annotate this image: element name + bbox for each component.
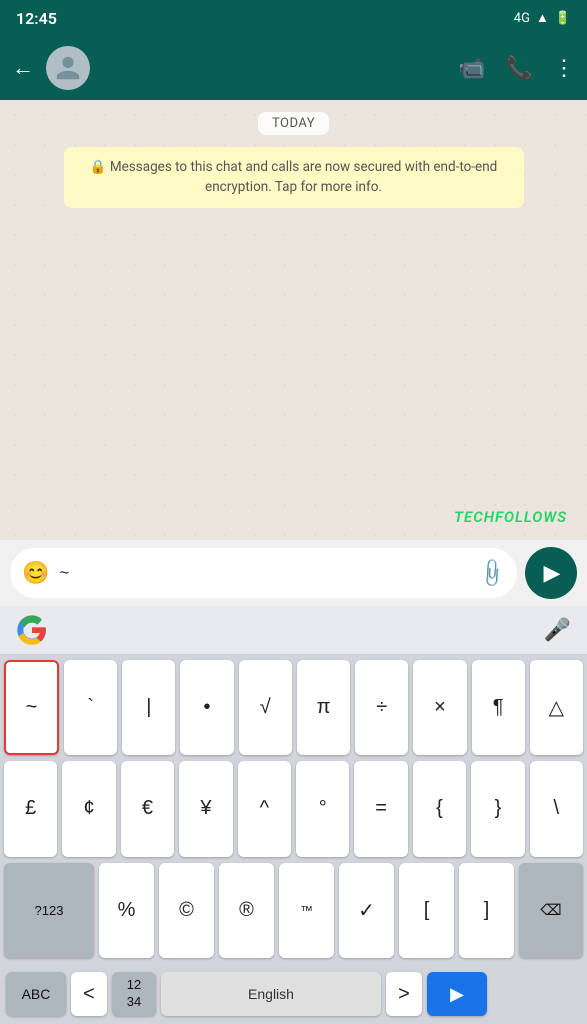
- key-rows: ~ ` | • √ π ÷ × ¶ △ £ ¢ € ¥ ^ ° = { } \ …: [0, 654, 587, 964]
- key-open-bracket[interactable]: [: [399, 863, 454, 958]
- bottom-row: ABC < 1234 English > ▶: [0, 964, 587, 1024]
- key-pilcrow[interactable]: ¶: [472, 660, 525, 755]
- key-close-bracket[interactable]: ]: [459, 863, 514, 958]
- key-equals[interactable]: =: [354, 761, 407, 856]
- video-call-button[interactable]: 📹: [458, 56, 485, 81]
- google-logo: [16, 614, 48, 646]
- emoji-button[interactable]: 😊: [22, 561, 49, 586]
- key-pi[interactable]: π: [297, 660, 350, 755]
- battery-icon: 🔋: [555, 11, 571, 26]
- microphone-button[interactable]: 🎤: [544, 618, 571, 643]
- key-less-than[interactable]: <: [71, 972, 107, 1016]
- key-cent[interactable]: ¢: [62, 761, 115, 856]
- attach-button[interactable]: 📎: [475, 556, 510, 591]
- key-caret[interactable]: ^: [238, 761, 291, 856]
- key-euro[interactable]: €: [121, 761, 174, 856]
- encryption-notice[interactable]: 🔒 Messages to this chat and calls are no…: [64, 147, 524, 208]
- key-sqrt[interactable]: √: [239, 660, 292, 755]
- key-backtick[interactable]: `: [64, 660, 117, 755]
- key-row-1: ~ ` | • √ π ÷ × ¶ △: [4, 660, 583, 755]
- signal-bars-icon: ▲: [536, 10, 549, 26]
- key-multiply[interactable]: ×: [413, 660, 466, 755]
- back-button[interactable]: ←: [12, 55, 34, 81]
- key-open-brace[interactable]: {: [413, 761, 466, 856]
- key-trademark[interactable]: ™: [279, 863, 334, 958]
- key-backslash[interactable]: \: [530, 761, 583, 856]
- key-divide[interactable]: ÷: [355, 660, 408, 755]
- send-arrow-icon: ▶: [544, 561, 561, 586]
- voice-call-button[interactable]: 📞: [506, 56, 533, 81]
- key-pipe[interactable]: |: [122, 660, 175, 755]
- header-bar: ← 📹 📞 ⋮: [0, 36, 587, 100]
- avatar-icon: [54, 54, 82, 82]
- chat-area: TODAY 🔒 Messages to this chat and calls …: [0, 100, 587, 540]
- key-triangle[interactable]: △: [530, 660, 583, 755]
- key-123[interactable]: ?123: [4, 863, 94, 958]
- input-box: 😊 📎: [10, 548, 517, 598]
- key-numbers[interactable]: 1234: [112, 972, 156, 1016]
- key-delete[interactable]: ⌫: [519, 863, 583, 958]
- key-abc[interactable]: ABC: [6, 972, 66, 1016]
- today-badge: TODAY: [258, 112, 329, 135]
- key-tilde[interactable]: ~: [4, 660, 59, 755]
- watermark: TECHFOLLOWS: [454, 508, 567, 526]
- message-input-bar: 😊 📎 ▶: [0, 540, 587, 606]
- key-percent[interactable]: %: [99, 863, 154, 958]
- key-copyright[interactable]: ©: [159, 863, 214, 958]
- status-time: 12:45: [16, 9, 57, 28]
- key-registered[interactable]: ®: [219, 863, 274, 958]
- key-bullet[interactable]: •: [180, 660, 233, 755]
- key-row-2: £ ¢ € ¥ ^ ° = { } \: [4, 761, 583, 856]
- key-row-3: ?123 % © ® ™ ✓ [ ] ⌫: [4, 863, 583, 958]
- key-pound[interactable]: £: [4, 761, 57, 856]
- key-close-brace[interactable]: }: [471, 761, 524, 856]
- key-space-english[interactable]: English: [161, 972, 381, 1016]
- message-input[interactable]: [59, 563, 470, 583]
- header-actions: 📹 📞 ⋮: [458, 56, 575, 81]
- keyboard-toolbar: 🎤: [0, 606, 587, 654]
- status-icons: 4G ▲ 🔋: [514, 10, 571, 26]
- status-bar: 12:45 4G ▲ 🔋: [0, 0, 587, 36]
- more-options-button[interactable]: ⋮: [553, 56, 575, 81]
- key-yen[interactable]: ¥: [179, 761, 232, 856]
- key-greater-than[interactable]: >: [386, 972, 422, 1016]
- key-checkmark[interactable]: ✓: [339, 863, 394, 958]
- signal-label: 4G: [514, 11, 530, 26]
- send-button[interactable]: ▶: [525, 547, 577, 599]
- keyboard-area: 🎤 ~ ` | • √ π ÷ × ¶ △ £ ¢ € ¥ ^ ° = { } …: [0, 606, 587, 1024]
- key-send[interactable]: ▶: [427, 972, 487, 1016]
- key-degree[interactable]: °: [296, 761, 349, 856]
- avatar[interactable]: [46, 46, 90, 90]
